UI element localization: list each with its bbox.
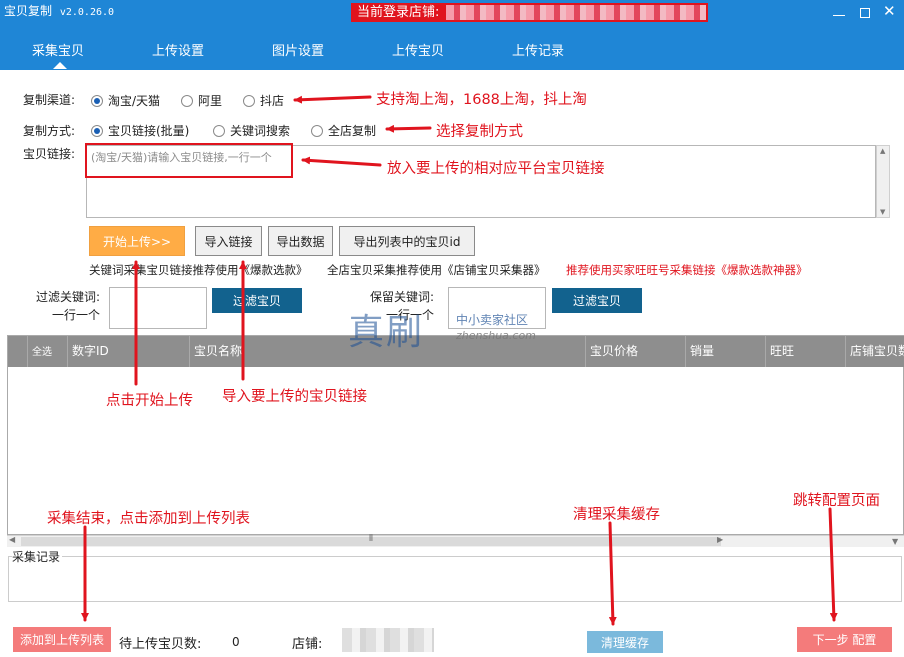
col-sales[interactable]: 销量 bbox=[686, 336, 766, 367]
title-bar: 宝贝复制 v2.0.26.0 当前登录店铺: ✕ 采集宝贝 上传设置 图片设置 … bbox=[0, 0, 904, 70]
export-ids-button[interactable]: 导出列表中的宝贝id bbox=[339, 226, 475, 256]
shop-name-redacted bbox=[446, 5, 706, 20]
items-table[interactable]: 全选 数字ID 宝贝名称 宝贝价格 销量 旺旺 店铺宝贝数 bbox=[7, 335, 904, 535]
close-icon[interactable]: ✕ bbox=[883, 4, 896, 19]
link-highlight-box bbox=[85, 143, 293, 178]
app-version: v2.0.26.0 bbox=[59, 7, 115, 18]
select-all-label: 全选 bbox=[32, 347, 52, 358]
annotation-link: 放入要上传的相对应平台宝贝链接 bbox=[387, 161, 605, 177]
filter-keyword-label-line2: 一行一个 bbox=[51, 308, 100, 322]
tab-image-settings[interactable]: 图片设置 bbox=[248, 40, 348, 59]
annotation-config: 跳转配置页面 bbox=[793, 493, 880, 509]
radio-channel-taobao[interactable]: 淘宝/天猫 bbox=[91, 92, 160, 109]
shop-name-redacted bbox=[342, 628, 434, 652]
radio-mode-links[interactable]: 宝贝链接(批量) bbox=[91, 122, 189, 139]
filter-keyword-label: 过滤关键词: 一行一个 bbox=[26, 288, 100, 324]
current-shop-label: 当前登录店铺: bbox=[357, 5, 440, 20]
radio-selected-icon bbox=[91, 124, 103, 137]
export-data-button[interactable]: 导出数据 bbox=[268, 226, 333, 256]
annotation-mode: 选择复制方式 bbox=[436, 124, 523, 140]
radio-label: 关键词搜索 bbox=[230, 124, 291, 138]
channel-label: 复制渠道: bbox=[23, 93, 76, 107]
annotation-import: 导入要上传的宝贝链接 bbox=[222, 389, 367, 405]
annotation-clean: 清理采集缓存 bbox=[573, 507, 660, 523]
filter-keyword-input[interactable] bbox=[109, 287, 207, 329]
col-price[interactable]: 宝贝价格 bbox=[586, 336, 686, 367]
minimize-icon[interactable] bbox=[833, 8, 845, 16]
next-config-button[interactable]: 下一步 配置 bbox=[797, 627, 892, 652]
pending-count-label: 待上传宝贝数: bbox=[119, 637, 202, 652]
link-scrollbar[interactable]: ▲ ▼ bbox=[876, 145, 890, 218]
start-upload-button[interactable]: 开始上传>> bbox=[89, 226, 185, 256]
tab-collect[interactable]: 采集宝贝 bbox=[8, 40, 108, 59]
keep-keyword-label-line1: 保留关键词: bbox=[369, 290, 434, 304]
annotation-start: 点击开始上传 bbox=[106, 393, 193, 409]
scroll-right-icon[interactable]: ▶ bbox=[717, 535, 723, 544]
radio-label: 淘宝/天猫 bbox=[108, 94, 161, 108]
tab-upload-records[interactable]: 上传记录 bbox=[488, 40, 588, 59]
radio-channel-ali[interactable]: 阿里 bbox=[181, 92, 222, 109]
radio-label: 阿里 bbox=[198, 94, 223, 108]
scroll-grip-icon: ⦀ bbox=[369, 534, 373, 544]
shop-label: 店铺: bbox=[292, 637, 323, 652]
annotation-add: 采集结束，点击添加到上传列表 bbox=[47, 511, 250, 527]
import-links-button[interactable]: 导入链接 bbox=[195, 226, 262, 256]
collect-log-label: 采集记录 bbox=[12, 548, 63, 565]
pending-count-value: 0 bbox=[232, 635, 240, 649]
radio-unselected-icon bbox=[213, 124, 225, 137]
active-tab-indicator-icon bbox=[53, 62, 67, 69]
radio-mode-whole-shop[interactable]: 全店复制 bbox=[311, 122, 376, 139]
radio-label: 抖店 bbox=[260, 94, 285, 108]
tab-upload-items[interactable]: 上传宝贝 bbox=[368, 40, 468, 59]
link-label: 宝贝链接: bbox=[23, 147, 76, 161]
recommend-buyer: 推荐使用买家旺旺号采集链接《爆款选款神器》 bbox=[566, 263, 808, 277]
col-wangwang[interactable]: 旺旺 bbox=[766, 336, 846, 367]
radio-channel-douyin[interactable]: 抖店 bbox=[243, 92, 284, 109]
radio-selected-icon bbox=[91, 94, 103, 107]
recommend-keyword: 关键词采集宝贝链接推荐使用《爆款选款》 bbox=[89, 263, 308, 277]
scroll-down-icon[interactable]: ▼ bbox=[880, 208, 885, 216]
scroll-up-icon[interactable]: ▲ bbox=[880, 147, 885, 155]
filter-items-button[interactable]: 过滤宝贝 bbox=[212, 288, 302, 313]
select-all-column[interactable]: 全选 bbox=[28, 336, 68, 367]
app-title: 宝贝复制 v2.0.26.0 bbox=[4, 2, 114, 19]
radio-label: 宝贝链接(批量) bbox=[108, 124, 190, 138]
col-number-id[interactable]: 数字ID bbox=[68, 336, 190, 367]
radio-unselected-icon bbox=[181, 94, 193, 107]
arrow-mode bbox=[385, 124, 432, 133]
maximize-icon[interactable] bbox=[860, 8, 870, 18]
collect-log-box[interactable] bbox=[8, 556, 902, 602]
add-to-upload-list-button[interactable]: 添加到上传列表 bbox=[13, 627, 111, 652]
mode-label: 复制方式: bbox=[23, 124, 76, 138]
keep-keyword-label-line2: 一行一个 bbox=[385, 308, 434, 322]
keep-keyword-input[interactable] bbox=[448, 287, 546, 329]
keep-keyword-label: 保留关键词: 一行一个 bbox=[360, 288, 434, 324]
radio-unselected-icon bbox=[243, 94, 255, 107]
annotation-channels: 支持淘上淘，1688上淘，抖上淘 bbox=[376, 92, 587, 108]
filter-panel: 过滤关键词: 一行一个 过滤宝贝 保留关键词: 一行一个 过滤宝贝 bbox=[4, 282, 904, 334]
scroll-down-icon[interactable]: ▼ bbox=[892, 537, 898, 546]
row-header-col bbox=[8, 336, 28, 367]
col-item-name[interactable]: 宝贝名称 bbox=[190, 336, 586, 367]
recommend-shop: 全店宝贝采集推荐使用《店铺宝贝采集器》 bbox=[327, 263, 546, 277]
arrow-channels bbox=[293, 95, 372, 104]
col-shop-items[interactable]: 店铺宝贝数 bbox=[846, 336, 904, 367]
tab-upload-settings[interactable]: 上传设置 bbox=[128, 40, 228, 59]
clean-cache-button[interactable]: 清理缓存 bbox=[587, 631, 663, 653]
keep-items-button[interactable]: 过滤宝贝 bbox=[552, 288, 642, 313]
app-name: 宝贝复制 bbox=[4, 4, 53, 18]
radio-mode-keyword[interactable]: 关键词搜索 bbox=[213, 122, 290, 139]
scroll-left-icon[interactable]: ◀ bbox=[9, 535, 15, 544]
table-header: 全选 数字ID 宝贝名称 宝贝价格 销量 旺旺 店铺宝贝数 bbox=[8, 336, 904, 367]
radio-label: 全店复制 bbox=[328, 124, 377, 138]
radio-unselected-icon bbox=[311, 124, 323, 137]
table-hscrollbar[interactable]: ◀ ⦀ ▶ bbox=[7, 534, 904, 547]
filter-keyword-label-line1: 过滤关键词: bbox=[35, 290, 100, 304]
top-nav: 采集宝贝 上传设置 图片设置 上传宝贝 上传记录 bbox=[0, 36, 904, 69]
